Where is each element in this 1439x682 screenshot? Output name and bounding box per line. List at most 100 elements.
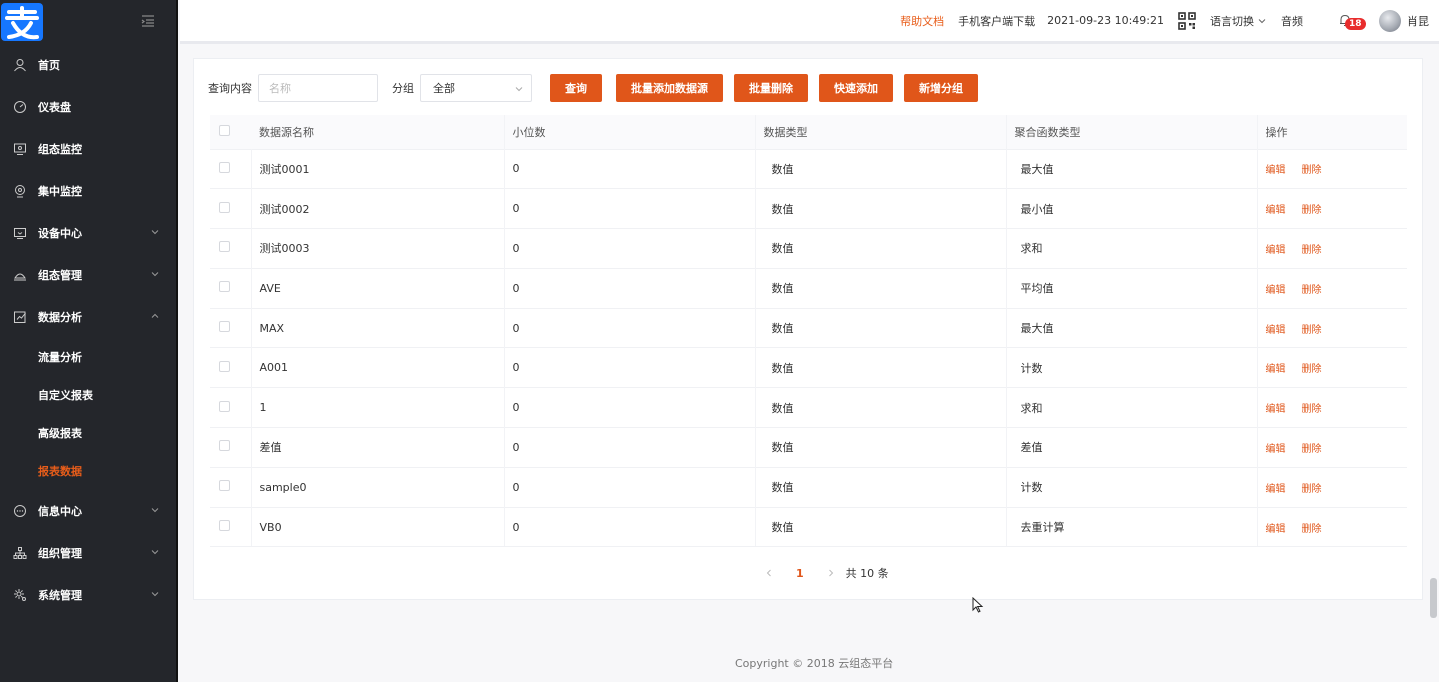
edit-link[interactable]: 编辑: [1266, 364, 1286, 375]
delete-link[interactable]: 删除: [1302, 245, 1322, 256]
sidebar-item-config-management[interactable]: 组态管理: [0, 254, 176, 296]
edit-link[interactable]: 编辑: [1266, 325, 1286, 336]
cell-name: AVE: [251, 267, 505, 309]
query-button[interactable]: 查询: [550, 74, 602, 102]
delete-link[interactable]: 删除: [1302, 484, 1322, 495]
edit-link[interactable]: 编辑: [1266, 444, 1286, 455]
cell-actions: 编辑 删除: [1257, 148, 1407, 189]
column-header-decimals[interactable]: 小位数: [504, 115, 756, 149]
datetime-display: 2021-09-23 10:49:21: [1047, 14, 1164, 27]
table-row: 差值 0 数值 差值 编辑 删除: [210, 427, 1407, 468]
delete-link[interactable]: 删除: [1302, 285, 1322, 296]
edit-link[interactable]: 编辑: [1266, 245, 1286, 256]
sidebar-item-data-analysis[interactable]: 数据分析: [0, 296, 176, 338]
row-checkbox[interactable]: [219, 241, 230, 253]
sidebar: 首页 仪表盘 组态监控 集中监控 设备中心 组态管理 数据分析 流量分析 自定义…: [0, 0, 178, 682]
sidebar-item-config-monitor[interactable]: 组态监控: [0, 128, 176, 170]
edit-link[interactable]: 编辑: [1266, 165, 1286, 176]
quick-add-button[interactable]: 快速添加: [819, 74, 893, 102]
audio-toggle[interactable]: 音频: [1281, 13, 1303, 29]
row-checkbox[interactable]: [219, 360, 230, 372]
cell-aggregate: 求和: [1006, 387, 1258, 428]
row-select-cell: [210, 427, 252, 468]
page-number[interactable]: 1: [796, 567, 804, 580]
notification-bell[interactable]: 18: [1339, 12, 1366, 30]
cell-actions: 编辑 删除: [1257, 188, 1407, 229]
cell-type: 数值: [755, 307, 1007, 348]
pagination: 1 共 10 条: [754, 565, 889, 581]
sidebar-item-central-monitor[interactable]: 集中监控: [0, 170, 176, 212]
language-switch[interactable]: 语言切换: [1210, 13, 1267, 29]
user-menu[interactable]: 肖昆: [1379, 9, 1429, 32]
cell-actions: 编辑 删除: [1257, 387, 1407, 428]
monitor-icon: [13, 142, 27, 156]
sidebar-item-org-management[interactable]: 组织管理: [0, 532, 176, 574]
row-checkbox[interactable]: [219, 161, 230, 173]
row-select-cell: [210, 466, 252, 508]
device-icon: [13, 226, 27, 240]
logo-bar: [0, 0, 176, 44]
chevron-down-icon: [151, 272, 159, 277]
cell-decimals: 0: [504, 267, 756, 309]
edit-link[interactable]: 编辑: [1266, 524, 1286, 535]
delete-link[interactable]: 删除: [1302, 325, 1322, 336]
sidebar-subitem-flow-analysis[interactable]: 流量分析: [0, 338, 176, 376]
sidebar-subitem-custom-report[interactable]: 自定义报表: [0, 376, 176, 414]
delete-link[interactable]: 删除: [1302, 205, 1322, 216]
row-checkbox[interactable]: [219, 400, 230, 412]
column-header-aggregate[interactable]: 聚合函数类型: [1006, 115, 1258, 149]
sidebar-item-label: 组织管理: [38, 547, 82, 560]
edit-link[interactable]: 编辑: [1266, 484, 1286, 495]
sidebar-item-message-center[interactable]: 信息中心: [0, 490, 176, 532]
chevron-down-icon: [151, 592, 159, 597]
cell-name: 差值: [251, 427, 505, 468]
row-checkbox[interactable]: [219, 321, 230, 333]
mobile-download-link[interactable]: 手机客户端下载: [958, 13, 1035, 29]
edit-link[interactable]: 编辑: [1266, 404, 1286, 415]
row-checkbox[interactable]: [219, 520, 230, 532]
cell-name: MAX: [251, 307, 505, 348]
table-row: 1 0 数值 求和 编辑 删除: [210, 387, 1407, 428]
delete-link[interactable]: 删除: [1302, 444, 1322, 455]
sidebar-item-label: 信息中心: [38, 505, 82, 518]
row-checkbox[interactable]: [219, 201, 230, 213]
sidebar-item-dashboard[interactable]: 仪表盘: [0, 86, 176, 128]
sidebar-item-system-management[interactable]: 系统管理: [0, 574, 176, 616]
delete-link[interactable]: 删除: [1302, 165, 1322, 176]
row-checkbox[interactable]: [219, 440, 230, 452]
scrollbar-thumb[interactable]: [1430, 578, 1437, 618]
batch-add-datasource-button[interactable]: 批量添加数据源: [616, 74, 723, 102]
select-all-cell: [210, 115, 251, 149]
cell-name: VB0: [251, 506, 505, 548]
delete-link[interactable]: 删除: [1302, 364, 1322, 375]
sidebar-subitem-advanced-report[interactable]: 高级报表: [0, 414, 176, 452]
sidebar-item-label: 首页: [38, 59, 60, 72]
edit-link[interactable]: 编辑: [1266, 285, 1286, 296]
prev-page-icon[interactable]: [764, 568, 774, 578]
column-header-type[interactable]: 数据类型: [755, 115, 1007, 149]
delete-link[interactable]: 删除: [1302, 524, 1322, 535]
batch-delete-button[interactable]: 批量删除: [734, 74, 808, 102]
chevron-down-icon: [151, 230, 159, 235]
help-docs-link[interactable]: 帮助文档: [900, 13, 944, 29]
group-select[interactable]: 全部: [420, 74, 532, 102]
next-page-icon[interactable]: [826, 568, 836, 578]
row-checkbox[interactable]: [219, 281, 230, 293]
alipay-logo[interactable]: [0, 2, 44, 42]
user-icon: [13, 58, 27, 72]
new-group-button[interactable]: 新增分组: [904, 74, 978, 102]
qr-code-icon[interactable]: [1178, 11, 1196, 30]
sidebar-item-device-center[interactable]: 设备中心: [0, 212, 176, 254]
sidebar-item-home[interactable]: 首页: [0, 44, 176, 86]
select-all-checkbox[interactable]: [219, 124, 230, 136]
query-label: 查询内容: [208, 82, 252, 95]
column-header-name[interactable]: 数据源名称: [251, 115, 505, 149]
collapse-menu-icon[interactable]: [140, 13, 156, 29]
language-label: 语言切换: [1210, 14, 1254, 28]
cell-aggregate: 最大值: [1006, 148, 1258, 189]
edit-link[interactable]: 编辑: [1266, 205, 1286, 216]
sidebar-subitem-report-data[interactable]: 报表数据: [0, 452, 176, 490]
search-input[interactable]: [258, 74, 378, 102]
delete-link[interactable]: 删除: [1302, 404, 1322, 415]
row-checkbox[interactable]: [219, 480, 230, 492]
